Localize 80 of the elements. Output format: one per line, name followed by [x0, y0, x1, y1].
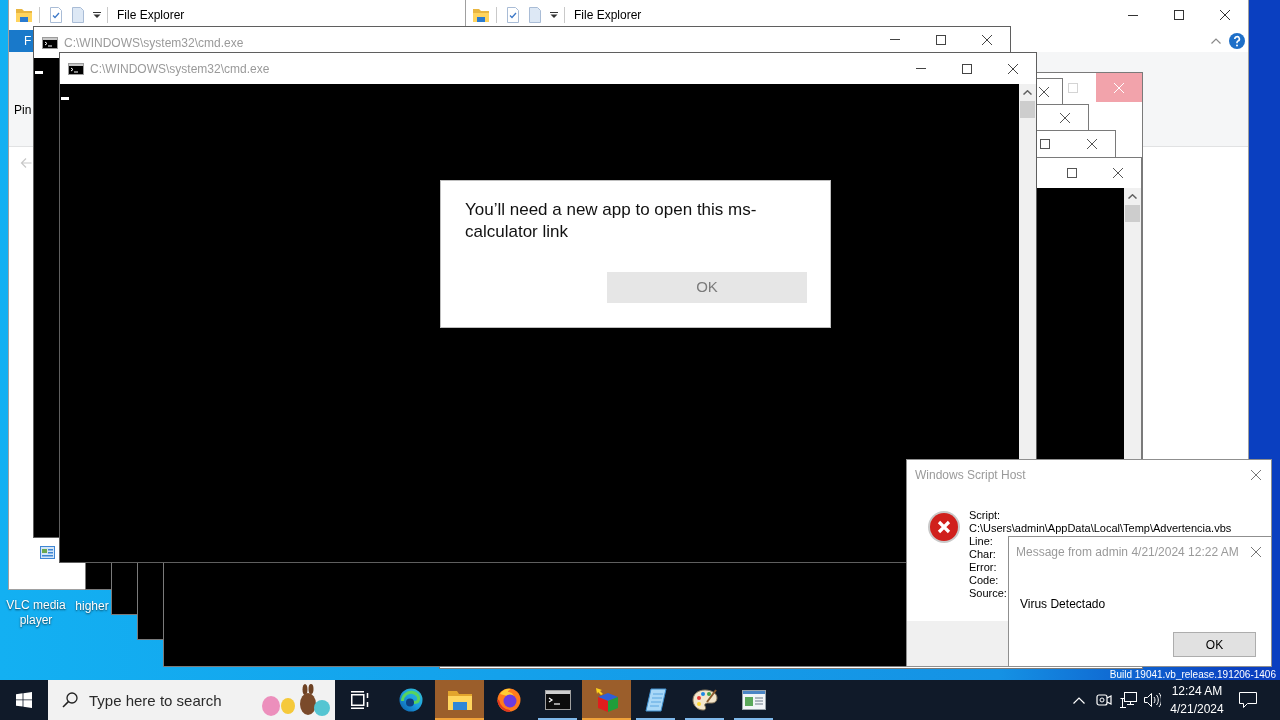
dropdown-caret-icon[interactable]: [93, 12, 101, 18]
swirl-icon: [398, 688, 423, 712]
close-icon: [1114, 82, 1124, 93]
close-icon: [1220, 10, 1230, 20]
close-icon: [1039, 86, 1049, 97]
view-icon[interactable]: [40, 546, 55, 559]
dialog-title: Message from admin 4/21/2024 12:22 AM: [1015, 544, 1239, 561]
dialog-title: Windows Script Host: [914, 466, 1026, 484]
error-detail-line: Source:: [969, 587, 1007, 600]
close-icon: [1060, 112, 1070, 123]
folder-icon[interactable]: [16, 8, 32, 22]
start-icon: [16, 692, 32, 708]
close-icon: [1087, 139, 1097, 149]
ok-button[interactable]: OK: [607, 272, 807, 303]
minimize-icon: [1128, 14, 1138, 16]
folder-icon[interactable]: [473, 8, 489, 22]
console-icon: [42, 36, 58, 49]
notification-icon: [1239, 692, 1257, 708]
error-detail-line: C:\Users\admin\AppData\Local\Temp\Advertencia.vbs: [969, 522, 1232, 535]
scrollbar[interactable]: [1124, 188, 1141, 459]
ribbon-label[interactable]: Pin: [14, 103, 32, 117]
error-detail-line: Code:: [969, 574, 999, 587]
close-icon: [982, 34, 992, 45]
document-window-icon: [741, 690, 766, 710]
file-tab[interactable]: F: [9, 30, 33, 52]
minimize-icon: [890, 39, 900, 40]
video-camera-icon: [1096, 693, 1112, 707]
scrollbar-thumb[interactable]: [1020, 101, 1035, 118]
window-title: File Explorer: [117, 7, 185, 24]
eggs-and-bunny-icon: [260, 684, 332, 716]
checklist-icon[interactable]: [50, 7, 62, 23]
error-icon: [928, 511, 960, 543]
network-icon: [1119, 692, 1137, 708]
flame-globe-icon: [496, 688, 521, 712]
window-title: File Explorer: [574, 7, 642, 24]
error-detail-line: Script:: [969, 509, 1001, 522]
window-title: C:\WINDOWS\system32\cmd.exe: [90, 60, 270, 78]
error-detail-line: Line:: [969, 535, 993, 548]
error-detail-line: Char:: [969, 548, 996, 561]
close-icon: [1251, 469, 1261, 480]
maximize-icon: [962, 63, 972, 74]
close-icon: [1251, 547, 1261, 557]
ok-button[interactable]: OK: [1173, 632, 1256, 657]
dropdown-caret-icon[interactable]: [550, 12, 558, 18]
cube-icon: [593, 687, 620, 713]
maximize-icon: [936, 34, 946, 45]
desktop-icon-label[interactable]: higher: [74, 599, 110, 614]
error-detail-line: Error:: [969, 561, 997, 574]
scroll-up-icon[interactable]: [1128, 194, 1137, 199]
palette-icon: [691, 688, 718, 712]
desktop-icon-label[interactable]: VLC media player: [1, 598, 71, 628]
maximize-icon: [1174, 10, 1184, 20]
volume-icon: [1143, 692, 1161, 708]
search-field[interactable]: Type here to search: [48, 680, 335, 720]
maximize-icon: [1040, 139, 1050, 149]
minimize-icon: [916, 68, 926, 69]
dialog-message: You’ll need a new app to open this ms-calculator link: [465, 199, 758, 243]
help-icon[interactable]: [1229, 33, 1245, 49]
build-version-text: Build 19041.vb_release.191206-1406: [1109, 669, 1276, 680]
search-icon: [62, 692, 78, 708]
maximize-icon: [1068, 82, 1078, 93]
task-view-icon: [351, 691, 371, 709]
console-icon: [68, 62, 84, 75]
terminal-icon: [544, 690, 571, 710]
clock-button[interactable]: 12:24 AM 4/21/2024: [1164, 680, 1230, 720]
maximize-icon: [1067, 168, 1077, 178]
chevron-up-icon: [1073, 696, 1085, 704]
scrollbar[interactable]: [1019, 84, 1036, 460]
chevron-up-icon[interactable]: [1211, 38, 1221, 44]
close-icon: [1113, 168, 1123, 178]
message-text: Virus Detectado: [1020, 597, 1106, 611]
scroll-up-icon[interactable]: [1023, 90, 1032, 95]
cursor-icon: [35, 71, 43, 74]
window-title: C:\WINDOWS\system32\cmd.exe: [64, 34, 244, 52]
scrollbar-thumb[interactable]: [1125, 205, 1140, 222]
checklist-icon[interactable]: [507, 7, 519, 23]
notebook-icon: [644, 688, 667, 712]
close-icon: [1008, 63, 1018, 74]
folder-icon: [447, 690, 472, 710]
cursor-icon: [61, 97, 69, 100]
